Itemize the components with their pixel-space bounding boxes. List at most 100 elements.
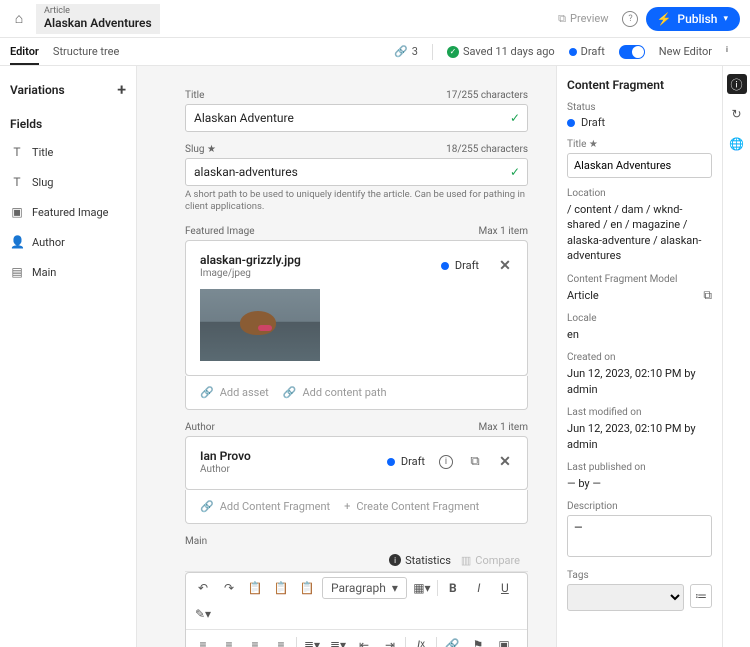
table-icon[interactable]: ▦▾ [411,577,433,599]
bold-icon[interactable]: B [442,577,464,599]
author-name: Ian Provo [200,449,251,463]
info-icon[interactable]: i [439,455,453,469]
field-item-slug[interactable]: TSlug [8,171,128,193]
underline-icon[interactable]: U [494,577,516,599]
add-content-fragment-button[interactable]: Add Content Fragment [200,500,330,513]
rail-history-icon[interactable]: ↻ [727,104,747,124]
field-item-main[interactable]: ▤Main [8,261,128,283]
field-slug: Slug ★18/255 characters ✓ A short path t… [185,144,528,214]
publish-button[interactable]: ⚡ Publish ▾ [646,7,740,31]
published-label: Last published on [567,462,712,473]
indent-icon[interactable]: ⇥ [379,634,401,647]
title-prop-input[interactable] [567,153,712,178]
author-card[interactable]: Ian Provo Author Draft i ⧉ ✕ [185,436,528,490]
tags-select[interactable] [567,584,684,611]
text-icon: T [10,175,24,189]
statistics-button[interactable]: iStatistics [389,554,451,567]
image-icon[interactable]: ▣ [493,634,515,647]
content-icon: ▤ [10,265,24,279]
plus-icon: + [344,500,350,513]
clear-format-icon[interactable]: Ix [410,634,432,647]
author-max: Max 1 item [479,422,529,433]
status-dot-icon [567,119,575,127]
info-icon[interactable]: i [726,45,740,59]
text-color-icon[interactable]: ✎▾ [192,603,214,625]
asset-card[interactable]: alaskan-grizzly.jpg Image/jpeg Draft ✕ [185,240,528,376]
paste-icon[interactable]: 📋 [244,577,266,599]
italic-icon[interactable]: I [468,577,490,599]
tab-editor[interactable]: Editor [10,39,39,64]
breadcrumb-title: Alaskan Adventures [44,16,152,30]
open-icon[interactable]: ⧉ [467,454,483,469]
add-asset-button[interactable]: Add asset [200,386,269,399]
redo-icon[interactable]: ↷ [218,577,240,599]
undo-icon[interactable]: ↶ [192,577,214,599]
preview-label: Preview [570,12,608,25]
add-content-path-button[interactable]: Add content path [283,386,387,399]
saved-status: ✓ Saved 11 days ago [447,45,555,58]
asset-actions: Add asset Add content path [185,376,528,410]
field-featured-image: Featured ImageMax 1 item alaskan-grizzly… [185,226,528,410]
field-author: Author Max 1 item Ian Provo Author Draft … [185,422,528,524]
breadcrumb[interactable]: Article Alaskan Adventures [36,4,160,34]
field-item-title[interactable]: TTitle [8,141,128,163]
status-label: Status [567,102,712,113]
featured-label: Featured Image [185,226,255,237]
created-value: Jun 12, 2023, 02:10 PM by admin [567,366,712,397]
tags-browse-icon[interactable]: ≔ [690,584,712,608]
properties-panel: Content Fragment Status Draft Title ★ Lo… [556,66,722,647]
author-role: Author [200,464,251,475]
remove-asset-icon[interactable]: ✕ [497,258,513,274]
paste-word-icon[interactable]: 📋 [296,577,318,599]
slug-counter: 18/255 characters [446,144,528,155]
publish-label: Publish [677,12,717,26]
asset-mimetype: Image/jpeg [200,268,301,279]
new-editor-toggle[interactable] [619,45,645,59]
align-center-icon[interactable]: ≡ [218,634,240,647]
paragraph-select[interactable]: Paragraph▾ [322,577,407,599]
number-list-icon[interactable]: ≣▾ [327,634,349,647]
home-icon[interactable]: ⌂ [10,10,28,27]
description-input[interactable]: — [567,515,712,557]
paste-text-icon[interactable]: 📋 [270,577,292,599]
author-actions: Add Content Fragment +Create Content Fra… [185,490,528,524]
links-count[interactable]: 3 [394,45,418,58]
outdent-icon[interactable]: ⇤ [353,634,375,647]
locale-label: Locale [567,313,712,324]
rail-globe-icon[interactable]: 🌐 [727,134,747,154]
field-item-author[interactable]: 👤Author [8,231,128,253]
compare-button: ▥Compare [461,554,520,567]
properties-title: Content Fragment [567,78,712,92]
compare-icon: ▥ [461,554,471,567]
open-model-icon[interactable]: ⧉ [703,288,712,303]
link-icon[interactable]: 🔗 [441,634,463,647]
field-main: Main iStatistics ▥Compare ↶ ↷ 📋 📋 📋 Para… [185,536,528,647]
rte-toolbar-row2: ≡ ≡ ≡ ≡ ≣▾ ≣▾ ⇤ ⇥ Ix 🔗 ⚑ ▣ Ω [186,630,527,647]
rte-top-actions: iStatistics ▥Compare [185,550,528,572]
link-icon [200,386,214,399]
remove-author-icon[interactable]: ✕ [497,454,513,470]
anchor-icon[interactable]: ⚑ [467,634,489,647]
create-content-fragment-button[interactable]: +Create Content Fragment [344,500,479,513]
asset-thumbnail [200,289,320,361]
valid-icon: ✓ [510,111,520,125]
new-editor-label: New Editor [659,45,712,58]
bullet-list-icon[interactable]: ≣▾ [301,634,323,647]
align-right-icon[interactable]: ≡ [244,634,266,647]
rail-properties-icon[interactable]: ⓘ [727,74,747,94]
tags-label: Tags [567,570,712,581]
tab-structure[interactable]: Structure tree [53,39,119,64]
field-item-featured-image[interactable]: ▣Featured Image [8,201,128,223]
add-variation-icon[interactable]: + [117,80,126,99]
align-left-icon[interactable]: ≡ [192,634,214,647]
location-value: / content / dam / wknd-shared / en / mag… [567,202,712,264]
help-icon[interactable]: ? [622,11,638,27]
align-justify-icon[interactable]: ≡ [270,634,292,647]
modified-label: Last modified on [567,407,712,418]
title-input[interactable] [185,104,528,132]
slug-input[interactable] [185,158,528,186]
preview-button[interactable]: ⧉ Preview [552,8,614,30]
editor-canvas: Title17/255 characters ✓ Slug ★18/255 ch… [137,66,556,647]
title-prop-label: Title ★ [567,139,712,150]
status-dot-icon [569,48,577,56]
